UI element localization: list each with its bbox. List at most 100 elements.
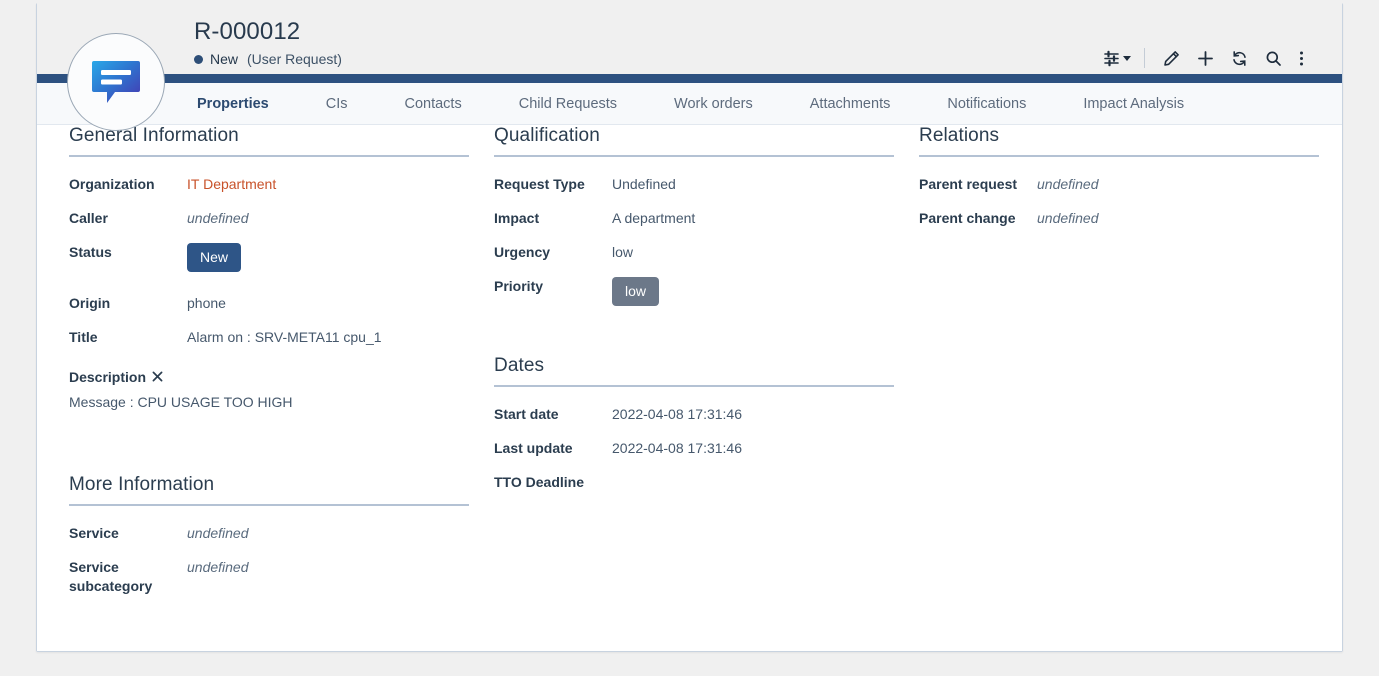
more-vertical-icon bbox=[1299, 50, 1304, 67]
expand-collapse-icon[interactable] bbox=[152, 369, 163, 385]
field-urgency: Urgency low bbox=[494, 243, 894, 262]
search-icon bbox=[1265, 50, 1282, 67]
page-title: R-000012 bbox=[194, 18, 301, 45]
field-label-request-type: Request Type bbox=[494, 176, 585, 192]
field-label-urgency: Urgency bbox=[494, 244, 551, 260]
status-badge: New bbox=[210, 51, 239, 67]
field-priority: Priority low bbox=[494, 277, 894, 306]
tab-work-orders[interactable]: Work orders bbox=[674, 83, 753, 125]
field-label-description-text: Description bbox=[69, 369, 147, 385]
field-label-service-subcategory: Service subcategory bbox=[69, 559, 153, 594]
speech-bubble-icon bbox=[90, 56, 142, 108]
section-divider bbox=[494, 385, 894, 387]
pencil-edit-icon bbox=[1163, 50, 1180, 67]
status-value-badge[interactable]: New bbox=[187, 243, 242, 272]
section-qualification: Qualification Request Type Undefined Imp… bbox=[494, 125, 894, 306]
tab-bar: Properties CIs Contacts Child Requests W… bbox=[37, 83, 1342, 125]
priority-value-badge[interactable]: low bbox=[612, 277, 660, 306]
section-divider bbox=[494, 155, 894, 157]
tab-attachments[interactable]: Attachments bbox=[810, 83, 891, 125]
toolbar-divider bbox=[1144, 48, 1145, 68]
tab-properties[interactable]: Properties bbox=[197, 83, 269, 125]
field-value-urgency: low bbox=[612, 244, 634, 260]
record-header-titles: R-000012 New (User Request) bbox=[194, 17, 342, 67]
sliders-filter-icon bbox=[1103, 50, 1120, 67]
tab-contacts[interactable]: Contacts bbox=[404, 83, 461, 125]
plus-add-icon bbox=[1197, 50, 1214, 67]
field-value-organization[interactable]: IT Department bbox=[187, 175, 276, 194]
field-label-tto-deadline: TTO Deadline bbox=[494, 474, 584, 490]
field-origin: Origin phone bbox=[69, 294, 469, 313]
field-parent-change: Parent change undefined bbox=[919, 209, 1319, 228]
field-impact: Impact A department bbox=[494, 209, 894, 228]
tab-notifications[interactable]: Notifications bbox=[947, 83, 1026, 125]
column-right: Relations Parent request undefined Paren… bbox=[919, 125, 1319, 243]
refresh-icon bbox=[1231, 50, 1248, 67]
field-label-origin: Origin bbox=[69, 295, 111, 311]
properties-panel: General Information Organization IT Depa… bbox=[37, 125, 1342, 651]
field-label-status: Status bbox=[69, 244, 112, 260]
edit-button[interactable] bbox=[1154, 45, 1188, 71]
field-label-priority: Priority bbox=[494, 278, 544, 294]
field-label-title: Title bbox=[69, 329, 98, 345]
page-root: R-000012 New (User Request) Properties C… bbox=[0, 0, 1379, 676]
section-title-general-information: General Information bbox=[69, 125, 239, 146]
record-type-label: (User Request) bbox=[247, 51, 342, 67]
field-title: Title Alarm on : SRV-META11 cpu_1 bbox=[69, 328, 469, 347]
tab-list: Properties CIs Contacts Child Requests W… bbox=[37, 83, 1241, 125]
record-card: R-000012 New (User Request) Properties C… bbox=[36, 3, 1343, 652]
field-value-parent-request: undefined bbox=[1037, 176, 1099, 192]
section-title-qualification: Qualification bbox=[494, 125, 600, 146]
field-organization: Organization IT Department bbox=[69, 175, 469, 194]
avatar bbox=[67, 33, 165, 131]
section-divider bbox=[919, 155, 1319, 157]
field-value-impact: A department bbox=[612, 210, 696, 226]
section-dates: Dates Start date 2022-04-08 17:31:46 Las… bbox=[494, 355, 894, 492]
field-value-service: undefined bbox=[187, 525, 249, 541]
more-options-button[interactable] bbox=[1290, 45, 1312, 71]
section-more-information: More Information Service undefined Servi… bbox=[69, 474, 469, 596]
field-value-last-update: 2022-04-08 17:31:46 bbox=[612, 440, 742, 456]
add-button[interactable] bbox=[1188, 45, 1222, 71]
column-left: General Information Organization IT Depa… bbox=[69, 125, 469, 611]
record-status-line: New (User Request) bbox=[194, 51, 342, 67]
chevron-down-icon bbox=[1123, 55, 1131, 61]
field-label-start-date: Start date bbox=[494, 406, 559, 422]
sliders-filter-button[interactable] bbox=[1099, 45, 1135, 71]
field-start-date: Start date 2022-04-08 17:31:46 bbox=[494, 405, 894, 424]
field-caller: Caller undefined bbox=[69, 209, 469, 228]
field-value-start-date: 2022-04-08 17:31:46 bbox=[612, 406, 742, 422]
field-value-parent-change: undefined bbox=[1037, 210, 1099, 226]
field-description: Description Message : CPU USAGE TOO HIGH bbox=[69, 369, 469, 412]
field-value-request-type: Undefined bbox=[612, 176, 676, 192]
field-service: Service undefined bbox=[69, 524, 469, 543]
status-dot-icon bbox=[194, 54, 203, 64]
field-label-parent-change: Parent change bbox=[919, 210, 1016, 226]
column-middle: Qualification Request Type Undefined Imp… bbox=[494, 125, 894, 507]
field-value-origin: phone bbox=[187, 295, 226, 311]
refresh-button[interactable] bbox=[1222, 45, 1256, 71]
field-label-service: Service bbox=[69, 525, 119, 541]
field-label-impact: Impact bbox=[494, 210, 540, 226]
field-value-description: Message : CPU USAGE TOO HIGH bbox=[69, 394, 293, 410]
field-label-parent-request: Parent request bbox=[919, 176, 1018, 192]
header-accent-bar bbox=[37, 74, 1342, 83]
field-parent-request: Parent request undefined bbox=[919, 175, 1319, 194]
field-value-service-subcategory: undefined bbox=[187, 559, 249, 575]
section-title-dates: Dates bbox=[494, 355, 545, 376]
header-toolbar bbox=[1099, 45, 1312, 71]
tab-cis[interactable]: CIs bbox=[326, 83, 348, 125]
search-button[interactable] bbox=[1256, 45, 1290, 71]
card-header: R-000012 New (User Request) bbox=[37, 3, 1342, 74]
field-tto-deadline: TTO Deadline bbox=[494, 473, 894, 492]
field-request-type: Request Type Undefined bbox=[494, 175, 894, 194]
tab-child-requests[interactable]: Child Requests bbox=[519, 83, 617, 125]
field-last-update: Last update 2022-04-08 17:31:46 bbox=[494, 439, 894, 458]
field-value-title: Alarm on : SRV-META11 cpu_1 bbox=[187, 329, 382, 345]
tab-impact-analysis[interactable]: Impact Analysis bbox=[1083, 83, 1184, 125]
field-label-caller: Caller bbox=[69, 210, 108, 226]
section-general-information: General Information Organization IT Depa… bbox=[69, 125, 469, 412]
field-label-organization: Organization bbox=[69, 176, 155, 192]
